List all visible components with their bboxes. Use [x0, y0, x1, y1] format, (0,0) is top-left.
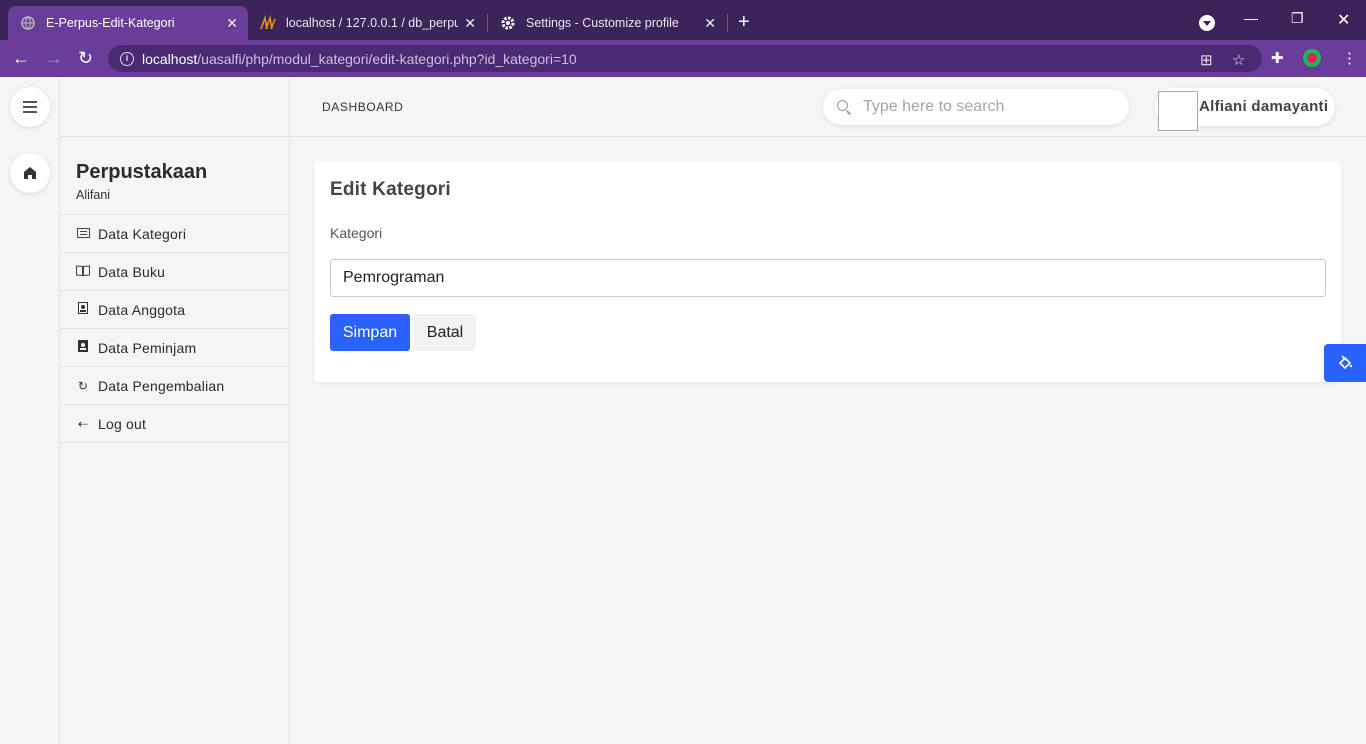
- brand-subtitle: Alifani: [76, 188, 111, 202]
- user-name: Alfiani damayanti: [1199, 98, 1329, 115]
- list-icon: [76, 227, 90, 241]
- reload-icon[interactable]: ↻: [78, 48, 93, 68]
- browser-tab[interactable]: localhost / 127.0.0.1 / db_perpus ✕: [248, 6, 486, 40]
- browser-tab[interactable]: Settings - Customize profile ✕: [488, 6, 726, 40]
- sidebar-item-label: Data Anggota: [98, 301, 186, 318]
- globe-icon: [20, 15, 36, 31]
- sidebar-item-label: Log out: [98, 415, 147, 432]
- theme-settings-button[interactable]: [1324, 344, 1366, 382]
- restore-icon[interactable]: ❐: [1291, 10, 1304, 27]
- app-root: Perpustakaan Alifani Data Kategori Data …: [0, 77, 1366, 744]
- top-bar: DASHBOARD Alfiani damayanti: [290, 77, 1366, 137]
- sidebar-item-data-anggota[interactable]: Data Anggota: [60, 291, 290, 329]
- home-icon[interactable]: [10, 153, 50, 193]
- search-input[interactable]: [863, 98, 1113, 116]
- info-icon[interactable]: i: [120, 51, 134, 66]
- sidebar-item-label: Data Buku: [98, 263, 166, 280]
- gear-icon: [500, 15, 516, 31]
- sidebar-item-data-buku[interactable]: Data Buku: [60, 253, 290, 291]
- extensions-icon[interactable]: ✚: [1271, 49, 1284, 67]
- close-tab-icon[interactable]: ✕: [464, 15, 476, 32]
- tab-separator: [727, 14, 728, 32]
- sidebar-item-data-pengembalian[interactable]: ↻ Data Pengembalian: [60, 367, 290, 405]
- sidebar-item-label: Data Peminjam: [98, 339, 197, 356]
- new-tab-icon[interactable]: +: [738, 11, 750, 34]
- icon-rail: [0, 77, 60, 744]
- sidebar-item-label: Data Pengembalian: [98, 377, 225, 394]
- url-text: localhost/uasalfi/php/modul_kategori/edi…: [142, 50, 577, 67]
- close-tab-icon[interactable]: ✕: [226, 15, 238, 32]
- browser-toolbar: ← → ↻ i localhost/uasalfi/php/modul_kate…: [0, 40, 1366, 77]
- borrower-icon: [76, 340, 90, 355]
- sidebar-menu: Data Kategori Data Buku Data Anggota Dat…: [60, 214, 290, 443]
- sidebar-item-label: Data Kategori: [98, 225, 187, 242]
- kategori-label: Kategori: [330, 225, 383, 241]
- minimize-icon[interactable]: —: [1244, 10, 1258, 26]
- refresh-icon: ↻: [77, 378, 89, 393]
- paint-bucket-icon: [1338, 354, 1353, 372]
- breadcrumb-dashboard[interactable]: DASHBOARD: [322, 100, 403, 114]
- browser-tab-active[interactable]: E-Perpus-Edit-Kategori ✕: [8, 6, 248, 40]
- sidebar: Perpustakaan Alifani Data Kategori Data …: [60, 77, 290, 744]
- close-tab-icon[interactable]: ✕: [704, 15, 716, 32]
- book-icon: [76, 264, 90, 279]
- edit-kategori-card: Edit Kategori Kategori Simpan Batal: [314, 161, 1341, 382]
- browser-tab-bar: E-Perpus-Edit-Kategori ✕ localhost / 127…: [0, 0, 1366, 40]
- save-button[interactable]: Simpan: [330, 314, 410, 351]
- translate-icon[interactable]: ⊞: [1200, 51, 1213, 69]
- sidebar-item-data-kategori[interactable]: Data Kategori: [60, 215, 290, 253]
- extension-icon[interactable]: [1303, 49, 1321, 67]
- sidebar-header: [60, 77, 290, 137]
- avatar: [1158, 91, 1198, 131]
- menu-dots-icon[interactable]: ⋮: [1342, 49, 1357, 67]
- kategori-input[interactable]: [330, 259, 1326, 297]
- cancel-button[interactable]: Batal: [414, 314, 476, 351]
- search-icon: [837, 100, 851, 114]
- sidebar-item-log-out[interactable]: ⇠ Log out: [60, 405, 290, 443]
- back-icon[interactable]: ←: [12, 48, 30, 68]
- user-menu[interactable]: Alfiani damayanti: [1155, 88, 1335, 131]
- member-icon: [76, 302, 90, 317]
- sidebar-item-data-peminjam[interactable]: Data Peminjam: [60, 329, 290, 367]
- phpmyadmin-icon: [260, 14, 276, 31]
- brand-title: Perpustakaan: [76, 161, 208, 183]
- forward-icon[interactable]: →: [45, 48, 63, 68]
- tab-title: localhost / 127.0.0.1 / db_perpus: [286, 16, 458, 30]
- bookmark-star-icon[interactable]: ☆: [1232, 51, 1245, 69]
- page-title: Edit Kategori: [330, 179, 451, 200]
- logout-icon: ⇠: [77, 416, 89, 431]
- search-box[interactable]: [823, 89, 1129, 125]
- window-close-icon[interactable]: ✕: [1337, 10, 1350, 30]
- tab-title: Settings - Customize profile: [526, 16, 679, 30]
- tab-search-icon[interactable]: [1199, 15, 1215, 31]
- hamburger-menu-icon[interactable]: [10, 87, 50, 127]
- address-bar[interactable]: i localhost/uasalfi/php/modul_kategori/e…: [108, 45, 1262, 72]
- tab-title: E-Perpus-Edit-Kategori: [46, 16, 175, 30]
